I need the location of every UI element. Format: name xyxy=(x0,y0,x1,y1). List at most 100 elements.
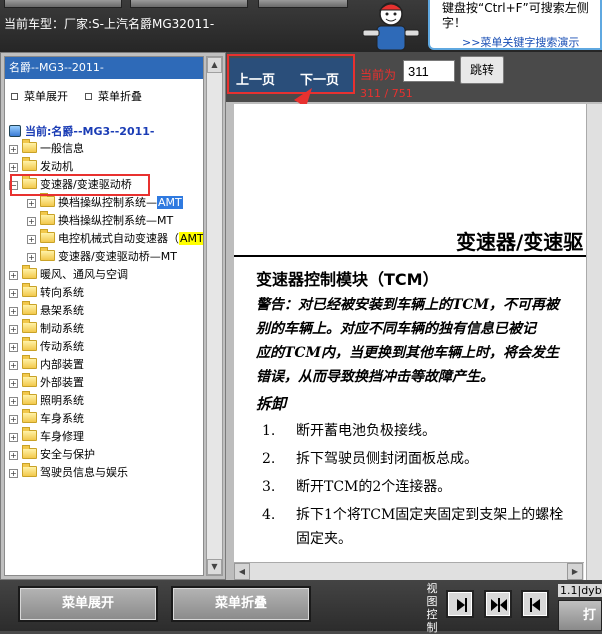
expand-plus-icon[interactable]: + xyxy=(9,415,18,424)
folder-icon xyxy=(22,283,37,297)
expand-plus-icon[interactable]: + xyxy=(9,163,18,172)
tree-item[interactable]: + 发动机 xyxy=(9,157,73,175)
folder-icon xyxy=(40,211,55,225)
view-control-label: 视图控制 xyxy=(426,582,438,634)
doc-section-title: 变速器控制模块（TCM） xyxy=(256,270,439,289)
tree-item[interactable]: + 内部装置 xyxy=(9,355,84,373)
view-expand-right-button[interactable] xyxy=(446,590,474,618)
document-view: 变速器/变速驱 变速器控制模块（TCM） 警告：对已经被安装到车辆上的TCM，不… xyxy=(234,104,602,580)
tree-vertical-scrollbar[interactable]: ▲ ▼ xyxy=(206,56,223,576)
folder-icon xyxy=(22,139,37,153)
search-hint-text: 键盘按“Ctrl+F”可搜索左侧字！ xyxy=(442,1,589,30)
step-item: 固定夹。 xyxy=(262,528,352,548)
tree-item[interactable]: + 安全与保护 xyxy=(9,445,95,463)
folder-icon xyxy=(22,391,37,405)
step-text: 断开蓄电池负极接线。 xyxy=(296,423,436,439)
top-tab-button-2[interactable] xyxy=(130,0,248,8)
collapse-menu-button[interactable]: 菜单折叠 xyxy=(171,586,311,622)
expand-plus-icon[interactable]: + xyxy=(9,289,18,298)
tree-expand-all[interactable]: 菜单展开 xyxy=(11,88,68,104)
top-tab-button-3[interactable] xyxy=(258,0,348,8)
expand-plus-icon[interactable]: + xyxy=(9,145,18,154)
step-text: 拆下驾驶员侧封闭面板总成。 xyxy=(296,451,478,467)
tree-item[interactable]: + 照明系统 xyxy=(9,391,84,409)
tree-item-label: 外部装置 xyxy=(40,376,84,389)
folder-icon xyxy=(40,229,55,243)
tree-item-label: 暖风、通风与空调 xyxy=(40,268,128,281)
print-button[interactable]: 打 xyxy=(558,600,602,631)
expand-plus-icon[interactable]: + xyxy=(9,379,18,388)
scroll-left-arrow-icon[interactable]: ◀ xyxy=(234,563,250,580)
expand-plus-icon[interactable]: + xyxy=(9,307,18,316)
tree-subitem[interactable]: + 换档操纵控制系统—MT xyxy=(27,211,173,229)
step-text: 拆下1个将TCM固定夹固定到支架上的螺栓 xyxy=(296,507,564,523)
expand-plus-icon[interactable]: + xyxy=(9,433,18,442)
tree-collapse-label: 菜单折叠 xyxy=(98,90,142,103)
doc-horizontal-scrollbar[interactable]: ◀ ▶ xyxy=(234,562,584,580)
tree-item[interactable]: + 车身修理 xyxy=(9,427,84,445)
arrow-right-bar-icon xyxy=(457,598,467,612)
expand-plus-icon[interactable]: + xyxy=(9,271,18,280)
view-expand-left-button[interactable] xyxy=(521,590,549,618)
search-demo-link[interactable]: >>菜单关键字搜索演示 xyxy=(462,34,579,50)
expand-plus-icon[interactable]: + xyxy=(9,343,18,352)
expand-plus-icon[interactable]: + xyxy=(27,235,36,244)
step-number: 2. xyxy=(262,451,276,467)
tree-item[interactable]: + 车身系统 xyxy=(9,409,84,427)
scroll-right-arrow-icon[interactable]: ▶ xyxy=(567,563,583,580)
folder-icon xyxy=(22,409,37,423)
expand-menu-button[interactable]: 菜单展开 xyxy=(18,586,158,622)
tree-current-label: 当前:名爵--MG3--2011- xyxy=(25,125,155,138)
collapse-square-icon xyxy=(85,93,92,100)
expand-plus-icon[interactable]: + xyxy=(27,199,36,208)
tree-item[interactable]: + 外部装置 xyxy=(9,373,84,391)
tree-item-label: 悬架系统 xyxy=(40,304,84,317)
tree-item-label: 照明系统 xyxy=(40,394,84,407)
tree-subitem[interactable]: + 换档操纵控制系统—AMT xyxy=(27,193,183,211)
tree-item-label: 传动系统 xyxy=(40,340,84,353)
tree-subitem[interactable]: + 变速器/变速驱动桥—MT xyxy=(27,247,177,265)
tree-item-label: 车身系统 xyxy=(40,412,84,425)
warning-line: 应的TCM内，当更换到其他车辆上时，将会发生 xyxy=(256,345,560,361)
top-tab-button-1[interactable] xyxy=(4,0,122,8)
folder-icon xyxy=(40,193,55,207)
view-split-button[interactable] xyxy=(484,590,512,618)
folder-icon xyxy=(22,373,37,387)
step-item: 2. 拆下驾驶员侧封闭面板总成。 xyxy=(262,448,478,468)
warning-line: 错误，从而导致换挡冲击等故障产生。 xyxy=(256,369,494,385)
tree-item[interactable]: + 转向系统 xyxy=(9,283,84,301)
warning-line: 别的车辆上。对应不同车辆的独有信息已被记 xyxy=(256,321,536,337)
tree-header: 名爵--MG3--2011- xyxy=(5,57,203,79)
expand-square-icon xyxy=(11,93,18,100)
tree-item-label: 制动系统 xyxy=(40,322,84,335)
scroll-up-arrow-icon[interactable]: ▲ xyxy=(207,57,222,73)
expand-plus-icon[interactable]: + xyxy=(9,361,18,370)
step-number: 4. xyxy=(262,507,276,523)
expand-plus-icon[interactable]: + xyxy=(9,451,18,460)
expand-plus-icon[interactable]: + xyxy=(9,397,18,406)
doc-chapter-title: 变速器/变速驱 xyxy=(456,230,584,254)
car-model-label: 当前车型：厂家:S-上汽名爵MG32011- xyxy=(4,17,215,31)
tree-item[interactable]: + 传动系统 xyxy=(9,337,84,355)
expand-plus-icon[interactable]: + xyxy=(27,217,36,226)
tree-item[interactable]: + 制动系统 xyxy=(9,319,84,337)
version-text: 1.1|dyb xyxy=(558,584,602,597)
expand-plus-icon[interactable]: + xyxy=(9,469,18,478)
tree-item[interactable]: + 暖风、通风与空调 xyxy=(9,265,128,283)
expand-plus-icon[interactable]: + xyxy=(9,325,18,334)
tree-subitem[interactable]: + 电控机械式自动变速器（AMT xyxy=(27,229,203,247)
tree-collapse-all[interactable]: 菜单折叠 xyxy=(85,88,142,104)
expand-plus-icon[interactable]: + xyxy=(27,253,36,262)
doc-vertical-scrollbar[interactable] xyxy=(586,104,602,580)
tree-current-node[interactable]: 当前:名爵--MG3--2011- xyxy=(9,123,154,139)
folder-icon xyxy=(22,157,37,171)
folder-icon xyxy=(22,463,37,477)
folder-icon xyxy=(22,265,37,279)
tree-item[interactable]: + 悬架系统 xyxy=(9,301,84,319)
scroll-down-arrow-icon[interactable]: ▼ xyxy=(207,559,222,575)
folder-icon xyxy=(22,337,37,351)
tree-item[interactable]: + 一般信息 xyxy=(9,139,84,157)
step-number: 1. xyxy=(262,423,276,439)
doc-divider xyxy=(234,255,602,257)
tree-item[interactable]: + 驾驶员信息与娱乐 xyxy=(9,463,128,481)
